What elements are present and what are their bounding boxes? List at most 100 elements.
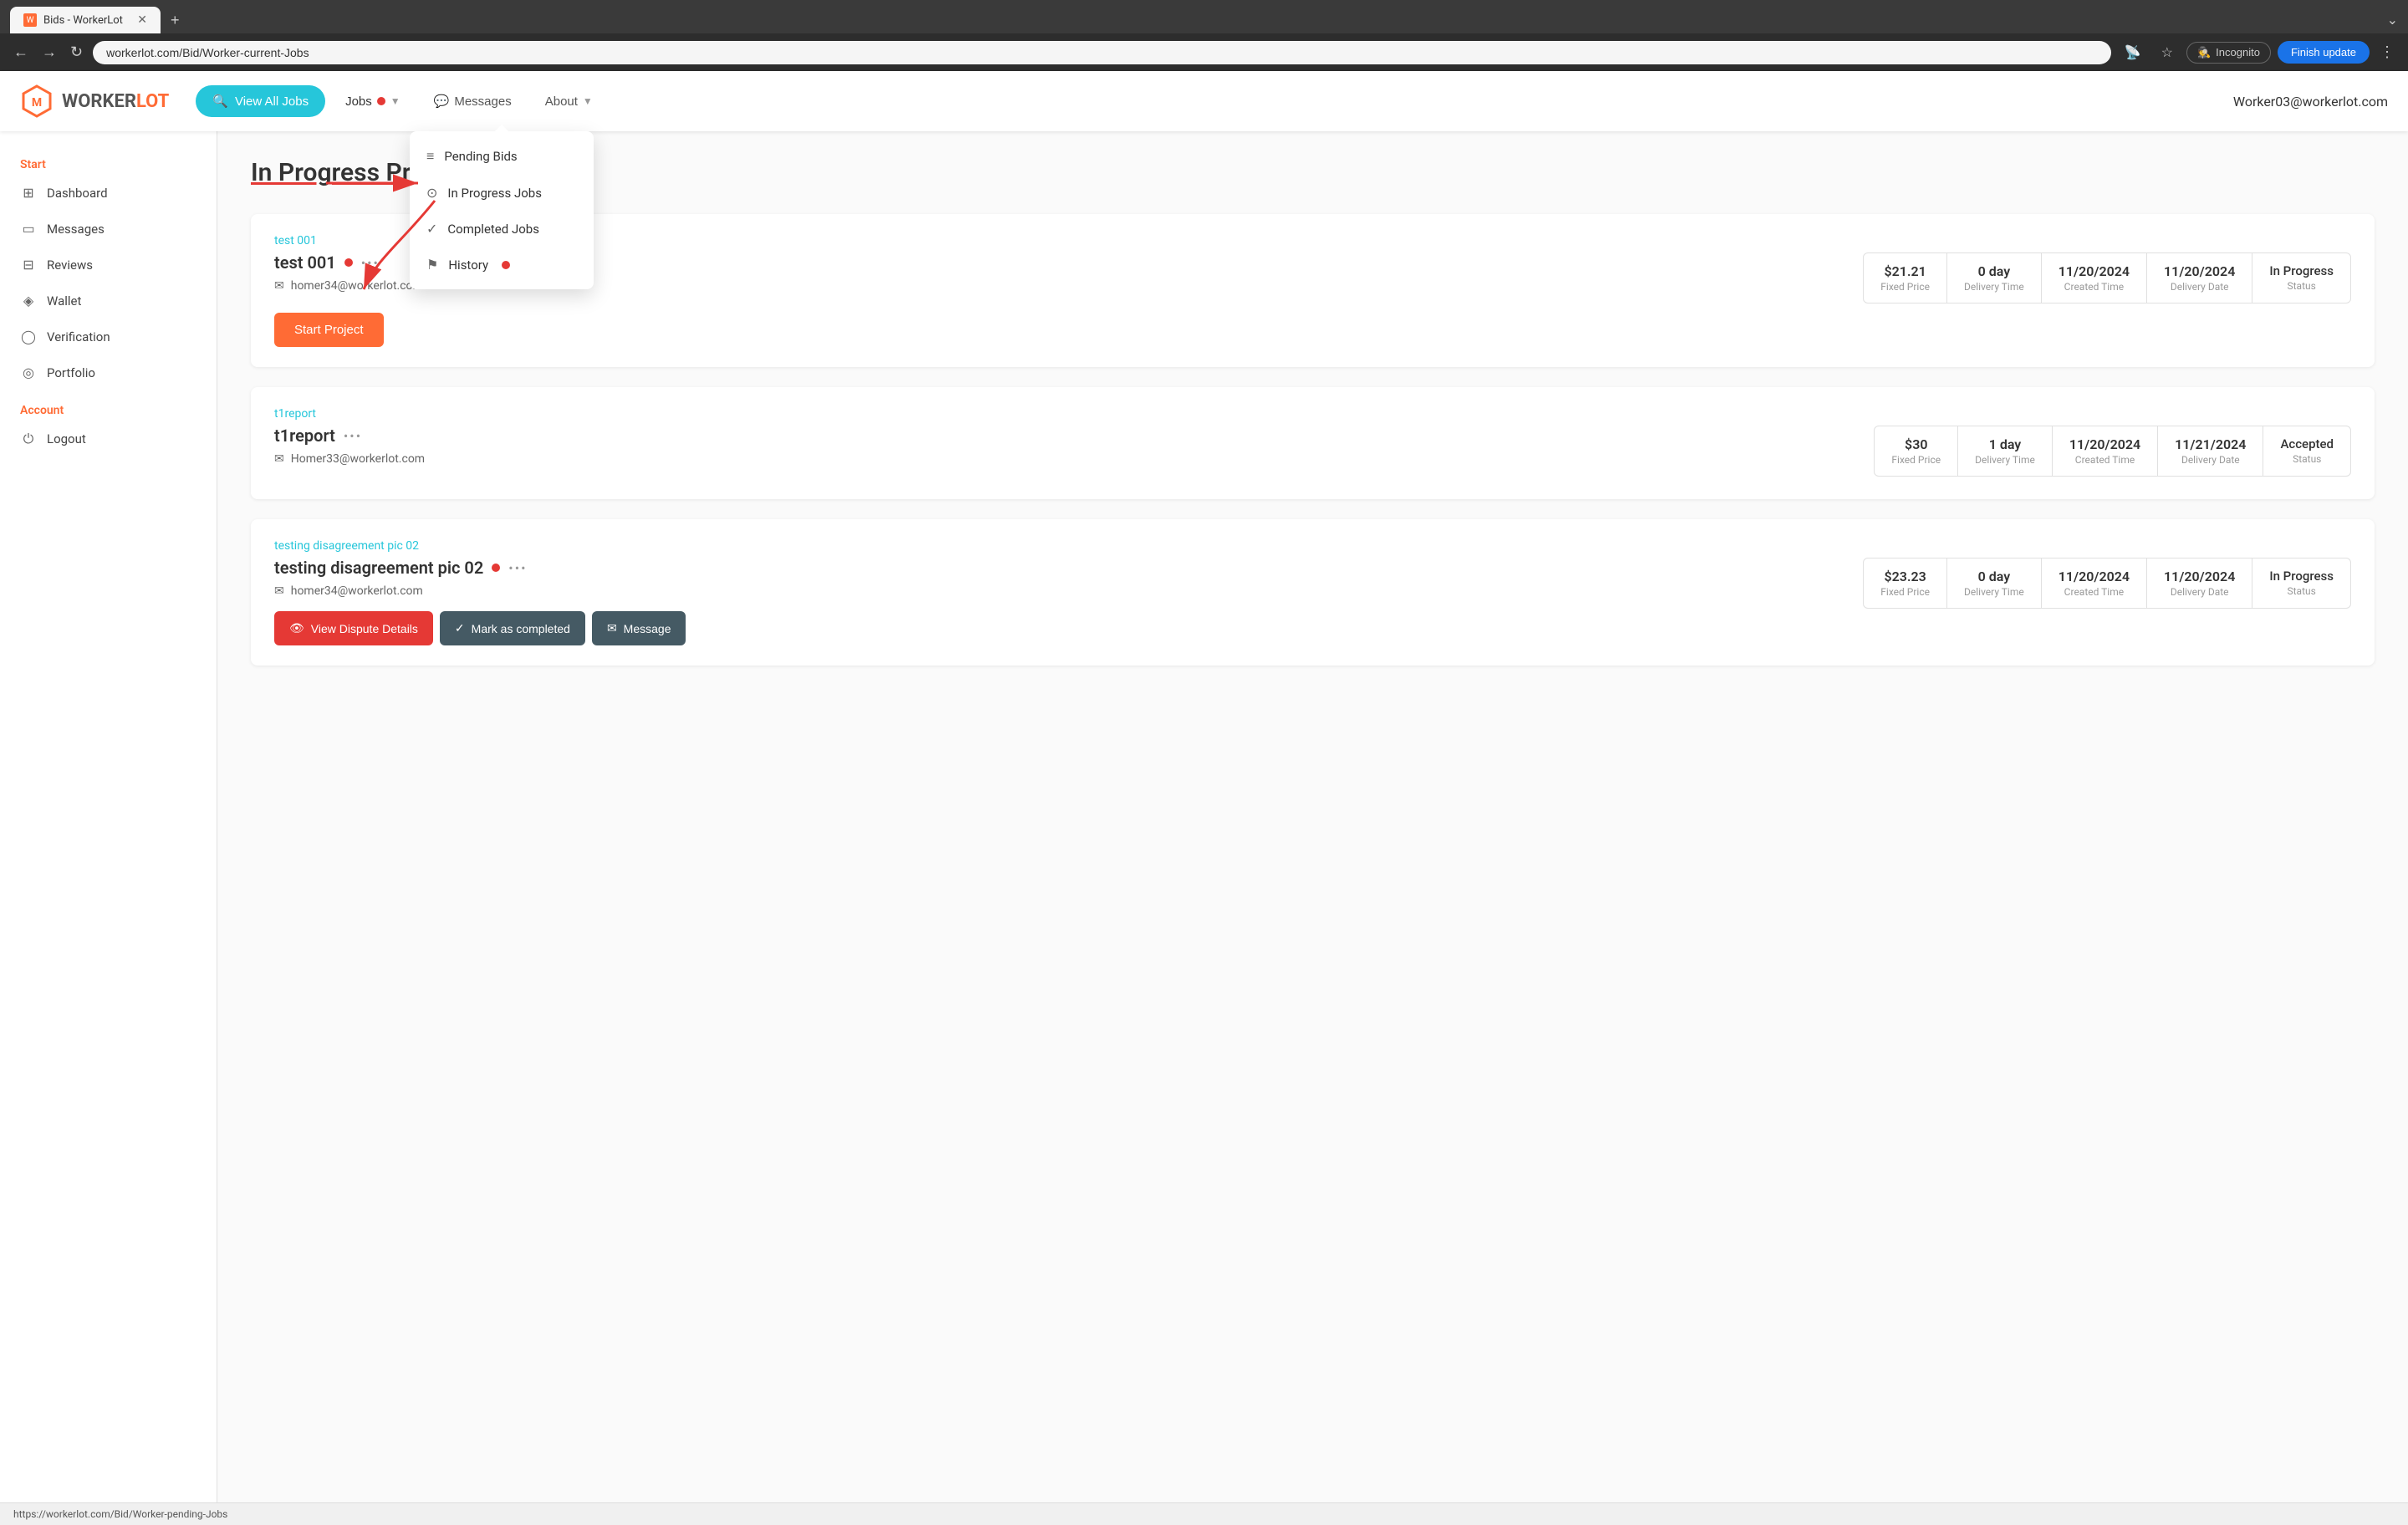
start-project-button-test001[interactable]: Start Project bbox=[274, 313, 384, 347]
page-wrapper: M WORKERLOT 🔍 View All Jobs Jobs ▼ ≡ bbox=[0, 71, 2408, 1525]
fixed-price-value-t1report: $30 bbox=[1891, 436, 1941, 452]
job-fixed-price-test001: $21.21 Fixed Price bbox=[1864, 253, 1946, 303]
browser-tab-active[interactable]: W Bids - WorkerLot ✕ bbox=[10, 7, 161, 33]
sidebar-account-label: Account bbox=[0, 390, 217, 421]
action-buttons-disagreement: 👁 View Dispute Details ✓ Mark as complet… bbox=[274, 611, 1849, 645]
dropdown-item-completed[interactable]: ✓ Completed Jobs bbox=[410, 211, 594, 247]
view-dispute-button[interactable]: 👁 View Dispute Details bbox=[274, 611, 433, 645]
email-icon-disagreement: ✉ bbox=[274, 584, 284, 598]
browser-tab-bar: W Bids - WorkerLot ✕ + ⌄ bbox=[0, 0, 2408, 33]
sidebar-item-portfolio[interactable]: ◎ Portfolio bbox=[0, 354, 217, 390]
address-bar[interactable] bbox=[93, 41, 2111, 64]
status-value-test001: In Progress bbox=[2269, 263, 2334, 278]
created-time-value-test001: 11/20/2024 bbox=[2059, 263, 2130, 279]
delivery-date-label-disagreement: Delivery Date bbox=[2164, 586, 2235, 598]
tab-title: Bids - WorkerLot bbox=[43, 14, 124, 27]
sidebar-item-wallet[interactable]: ◈ Wallet bbox=[0, 283, 217, 319]
job-info-row-t1report: t1report ••• ✉ Homer33@workerlot.com $30… bbox=[274, 426, 2351, 479]
search-icon: 🔍 bbox=[212, 94, 228, 109]
job-card-disagreement: testing disagreement pic 02 testing disa… bbox=[251, 519, 2375, 666]
reload-button[interactable]: ↻ bbox=[67, 40, 86, 64]
cast-button[interactable]: 📡 bbox=[2118, 41, 2148, 64]
browser-more-button[interactable]: ⋮ bbox=[2376, 40, 2398, 64]
job-email-row-disagreement: ✉ homer34@workerlot.com bbox=[274, 584, 1849, 598]
job-created-time-t1report: 11/20/2024 Created Time bbox=[2052, 426, 2157, 476]
messages-nav-button[interactable]: 💬 Messages bbox=[421, 85, 525, 117]
delivery-date-value-t1report: 11/21/2024 bbox=[2175, 436, 2246, 452]
bookmark-button[interactable]: ☆ bbox=[2155, 41, 2180, 64]
messages-icon: 💬 bbox=[434, 94, 450, 109]
delivery-time-label-disagreement: Delivery Time bbox=[1964, 586, 2024, 598]
site-header: M WORKERLOT 🔍 View All Jobs Jobs ▼ ≡ bbox=[0, 71, 2408, 131]
sidebar-item-logout[interactable]: ⏻ Logout bbox=[0, 421, 217, 457]
job-left-t1report: t1report ••• ✉ Homer33@workerlot.com bbox=[274, 426, 1860, 479]
job-menu-t1report[interactable]: ••• bbox=[344, 428, 362, 444]
dropdown-item-history[interactable]: ⚑ History bbox=[410, 247, 594, 283]
job-created-time-test001: 11/20/2024 Created Time bbox=[2041, 253, 2146, 303]
incognito-button[interactable]: 🕵 Incognito bbox=[2186, 42, 2271, 64]
job-meta-disagreement: $23.23 Fixed Price 0 day Delivery Time 1… bbox=[1863, 558, 2351, 609]
view-dispute-label: View Dispute Details bbox=[311, 622, 418, 635]
main-content: In Progress Projects test 001 test 001 •… bbox=[217, 131, 2408, 1502]
fixed-price-label-t1report: Fixed Price bbox=[1891, 454, 1941, 466]
job-delivery-date-t1report: 11/21/2024 Delivery Date bbox=[2157, 426, 2263, 476]
job-title-test001: test 001 bbox=[274, 252, 336, 273]
logo-area: M WORKERLOT bbox=[20, 84, 169, 118]
job-status-test001: In Progress Status bbox=[2252, 253, 2350, 303]
job-dot-test001 bbox=[344, 258, 353, 267]
job-tag-disagreement[interactable]: testing disagreement pic 02 bbox=[274, 539, 2351, 553]
jobs-nav-button[interactable]: Jobs ▼ bbox=[332, 86, 414, 117]
job-menu-disagreement[interactable]: ••• bbox=[508, 560, 527, 576]
verification-icon: ◯ bbox=[20, 329, 37, 344]
history-label: History bbox=[448, 258, 488, 273]
messages-sidebar-icon: ▭ bbox=[20, 221, 37, 237]
sidebar-item-messages[interactable]: ▭ Messages bbox=[0, 211, 217, 247]
job-left-disagreement: testing disagreement pic 02 ••• ✉ homer3… bbox=[274, 558, 1849, 645]
sidebar-item-reviews[interactable]: ⊟ Reviews bbox=[0, 247, 217, 283]
message-button[interactable]: ✉ Message bbox=[592, 611, 686, 645]
incognito-icon: 🕵 bbox=[2197, 46, 2211, 59]
logout-icon: ⏻ bbox=[20, 431, 37, 447]
dropdown-item-pending-bids[interactable]: ≡ Pending Bids bbox=[410, 138, 594, 175]
job-email-row-t1report: ✉ Homer33@workerlot.com bbox=[274, 452, 1860, 466]
jobs-notification-dot bbox=[377, 97, 385, 105]
progress-icon: ⊙ bbox=[426, 185, 437, 201]
delivery-date-value-test001: 11/20/2024 bbox=[2164, 263, 2235, 279]
tab-expand-button[interactable]: ⌄ bbox=[2387, 12, 2398, 28]
fixed-price-label: Fixed Price bbox=[1880, 281, 1930, 293]
job-fixed-price-disagreement: $23.23 Fixed Price bbox=[1864, 558, 1946, 608]
status-value-t1report: Accepted bbox=[2280, 436, 2334, 451]
job-menu-test001[interactable]: ••• bbox=[361, 255, 380, 271]
tab-close-button[interactable]: ✕ bbox=[137, 13, 147, 27]
sidebar-dashboard-label: Dashboard bbox=[47, 186, 108, 201]
fixed-price-label-disagreement: Fixed Price bbox=[1880, 586, 1930, 598]
status-label: Status bbox=[2269, 280, 2334, 292]
sidebar-item-verification[interactable]: ◯ Verification bbox=[0, 319, 217, 354]
finish-update-button[interactable]: Finish update bbox=[2278, 41, 2370, 64]
job-created-time-disagreement: 11/20/2024 Created Time bbox=[2041, 558, 2146, 608]
job-title-row-disagreement: testing disagreement pic 02 ••• bbox=[274, 558, 1849, 578]
job-meta-test001: $21.21 Fixed Price 0 day Delivery Time 1… bbox=[1863, 252, 2351, 303]
forward-button[interactable]: → bbox=[38, 40, 60, 64]
main-nav: 🔍 View All Jobs Jobs ▼ ≡ Pending Bids ⊙ … bbox=[196, 85, 606, 117]
job-delivery-date-disagreement: 11/20/2024 Delivery Date bbox=[2146, 558, 2252, 608]
job-delivery-time-t1report: 1 day Delivery Time bbox=[1957, 426, 2052, 476]
created-time-value-t1report: 11/20/2024 bbox=[2069, 436, 2140, 452]
user-email: Worker03@workerlot.com bbox=[2233, 94, 2388, 110]
dashboard-icon: ⊞ bbox=[20, 185, 37, 201]
new-tab-button[interactable]: + bbox=[164, 8, 186, 33]
about-nav-button[interactable]: About ▼ bbox=[532, 86, 606, 117]
sidebar-messages-label: Messages bbox=[47, 222, 105, 237]
back-button[interactable]: ← bbox=[10, 40, 32, 64]
eye-icon: 👁 bbox=[289, 621, 304, 635]
mark-complete-label: Mark as completed bbox=[472, 622, 570, 635]
message-icon: ✉ bbox=[607, 621, 617, 635]
dropdown-item-in-progress[interactable]: ⊙ In Progress Jobs bbox=[410, 175, 594, 211]
sidebar-item-dashboard[interactable]: ⊞ Dashboard bbox=[0, 175, 217, 211]
view-all-jobs-button[interactable]: 🔍 View All Jobs bbox=[196, 85, 325, 117]
job-tag-t1report[interactable]: t1report bbox=[274, 407, 2351, 421]
messages-label: Messages bbox=[454, 94, 511, 109]
delivery-time-label: Delivery Time bbox=[1964, 281, 2024, 293]
mark-complete-button[interactable]: ✓ Mark as completed bbox=[440, 611, 585, 645]
job-delivery-date-test001: 11/20/2024 Delivery Date bbox=[2146, 253, 2252, 303]
